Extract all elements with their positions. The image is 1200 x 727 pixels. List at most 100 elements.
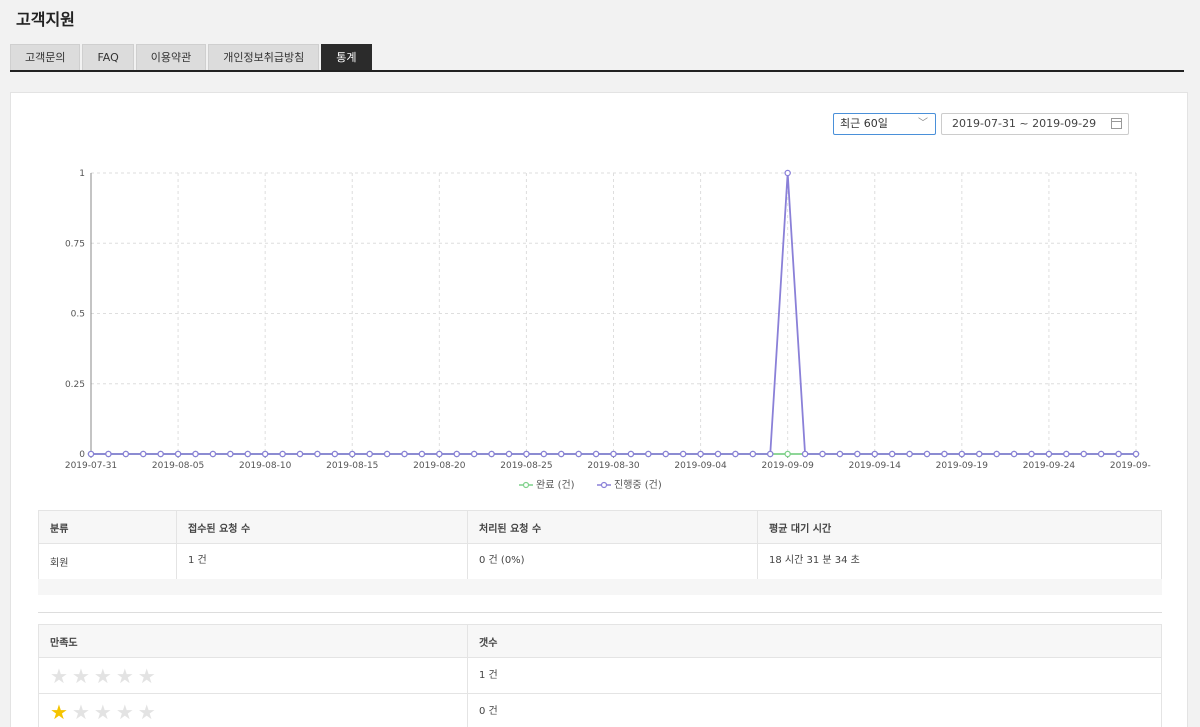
x-tick-label: 2019-08-30 [587, 461, 640, 471]
data-point [645, 450, 652, 458]
x-tick-label: 2019-08-20 [413, 461, 466, 471]
data-point [540, 450, 548, 458]
data-point [192, 450, 199, 458]
data-point [784, 169, 791, 177]
requests-table: 분류 접수된 요청 수 처리된 요청 수 평균 대기 시간 회원 1 건 0 건… [38, 510, 1162, 580]
calendar-icon [1111, 118, 1122, 129]
data-point [244, 450, 251, 458]
data-point [87, 450, 95, 458]
data-point [854, 450, 861, 458]
data-point [140, 450, 147, 458]
x-tick-label: 2019-09-09 [762, 461, 815, 471]
cell-count: 0 건 [467, 693, 1162, 727]
header-received: 접수된 요청 수 [176, 510, 468, 544]
tab-terms[interactable]: 이용약관 [135, 44, 207, 70]
data-point [575, 450, 582, 458]
data-point [1080, 450, 1088, 458]
data-point [749, 450, 757, 458]
data-point [592, 450, 600, 458]
data-point [227, 450, 234, 458]
data-point [261, 450, 269, 458]
table-header-row: 만족도 갯수 [38, 624, 1162, 658]
header-category: 분류 [38, 510, 177, 544]
x-tick-label: 2019-08-10 [239, 461, 292, 471]
header-count: 갯수 [467, 624, 1162, 658]
data-point [871, 450, 879, 458]
data-point [505, 450, 513, 458]
date-range-value: 2019-07-31 ~ 2019-09-29 [952, 117, 1097, 130]
x-tick-label: 2019-09-04 [674, 461, 727, 471]
data-point [1097, 450, 1105, 458]
x-tick-label: 2019-09-14 [849, 461, 902, 471]
data-point [436, 450, 443, 458]
star-icon: ★ [50, 664, 68, 688]
data-point [906, 450, 913, 458]
star-icon: ★ [115, 664, 134, 688]
section-divider [38, 612, 1162, 613]
header-satisfaction: 만족도 [38, 624, 468, 658]
star-rating: ★ ★ ★ ★ ★ [50, 666, 456, 686]
data-point [1063, 450, 1070, 458]
table-row: 회원 1 건 0 건 (0%) 18 시간 31 분 34 초 [38, 543, 1162, 580]
data-point [958, 450, 966, 458]
x-tick-label: 2019-08-05 [152, 461, 204, 471]
period-select[interactable]: 최근 60일 ﹀ [833, 113, 936, 135]
data-point [1132, 450, 1140, 458]
data-point [801, 450, 809, 458]
x-tick-label: 2019-07-31 [65, 461, 117, 471]
x-tick-label: 2019-08-15 [326, 461, 378, 471]
header-avg-wait: 평균 대기 시간 [757, 510, 1162, 544]
data-point [296, 450, 304, 458]
data-point [784, 450, 791, 458]
chevron-down-icon: ﹀ [918, 118, 928, 129]
data-point [993, 450, 1000, 458]
tab-bar: 고객문의 FAQ 이용약관 개인정보취급방침 통계 [10, 44, 374, 70]
y-tick-label: 0.25 [65, 380, 85, 390]
star-icon: ★ [71, 664, 90, 688]
star-icon: ★ [137, 700, 156, 724]
data-point [279, 450, 286, 458]
y-tick-label: 1 [79, 169, 85, 179]
data-point [383, 450, 391, 458]
data-point [348, 450, 356, 458]
table-header-row: 분류 접수된 요청 수 처리된 요청 수 평균 대기 시간 [38, 510, 1162, 544]
data-point [523, 450, 530, 458]
cell-received: 1 건 [176, 543, 468, 580]
x-tick-label: 2019-08-25 [500, 461, 552, 471]
data-point [714, 450, 722, 458]
cell-processed: 0 건 (0%) [467, 543, 758, 580]
data-point [331, 450, 339, 458]
satisfaction-table: 만족도 갯수 ★ ★ ★ ★ ★ 1 건 ★ ★ ★ ★ ★ 0 건 [38, 624, 1162, 727]
data-point [105, 450, 112, 458]
tab-privacy[interactable]: 개인정보취급방침 [208, 44, 320, 70]
x-tick-label: 2019-09-24 [1023, 461, 1076, 471]
table-footer-strip [38, 579, 1162, 595]
data-point [976, 450, 983, 458]
data-point [697, 450, 704, 458]
cell-rating: ★ ★ ★ ★ ★ [38, 657, 468, 694]
tab-inquiry[interactable]: 고객문의 [10, 44, 81, 70]
star-icon: ★ [71, 700, 90, 724]
tab-faq[interactable]: FAQ [82, 44, 134, 70]
data-point [488, 450, 495, 458]
y-tick-label: 0.5 [71, 310, 85, 320]
legend-marker [600, 481, 608, 489]
data-point [1115, 450, 1122, 458]
legend-marker [522, 481, 530, 489]
tab-underline [10, 70, 1184, 72]
data-point [610, 450, 617, 458]
page-title: 고객지원 [16, 10, 75, 29]
table-row: ★ ★ ★ ★ ★ 0 건 [38, 693, 1162, 727]
data-point [418, 450, 426, 458]
period-select-value: 최근 60일 [840, 117, 888, 130]
tab-statistics[interactable]: 통계 [321, 44, 372, 70]
y-tick-label: 0 [79, 450, 85, 460]
star-icon: ★ [115, 700, 134, 724]
data-point [1045, 450, 1053, 458]
legend-label: 진행중 (건) [614, 479, 662, 491]
filter-controls: 최근 60일 ﹀ 2019-07-31 ~ 2019-09-29 [833, 113, 1129, 135]
data-point [401, 450, 408, 458]
date-range-picker[interactable]: 2019-07-31 ~ 2019-09-29 [941, 113, 1129, 135]
data-point [662, 450, 670, 458]
data-point [767, 450, 774, 458]
